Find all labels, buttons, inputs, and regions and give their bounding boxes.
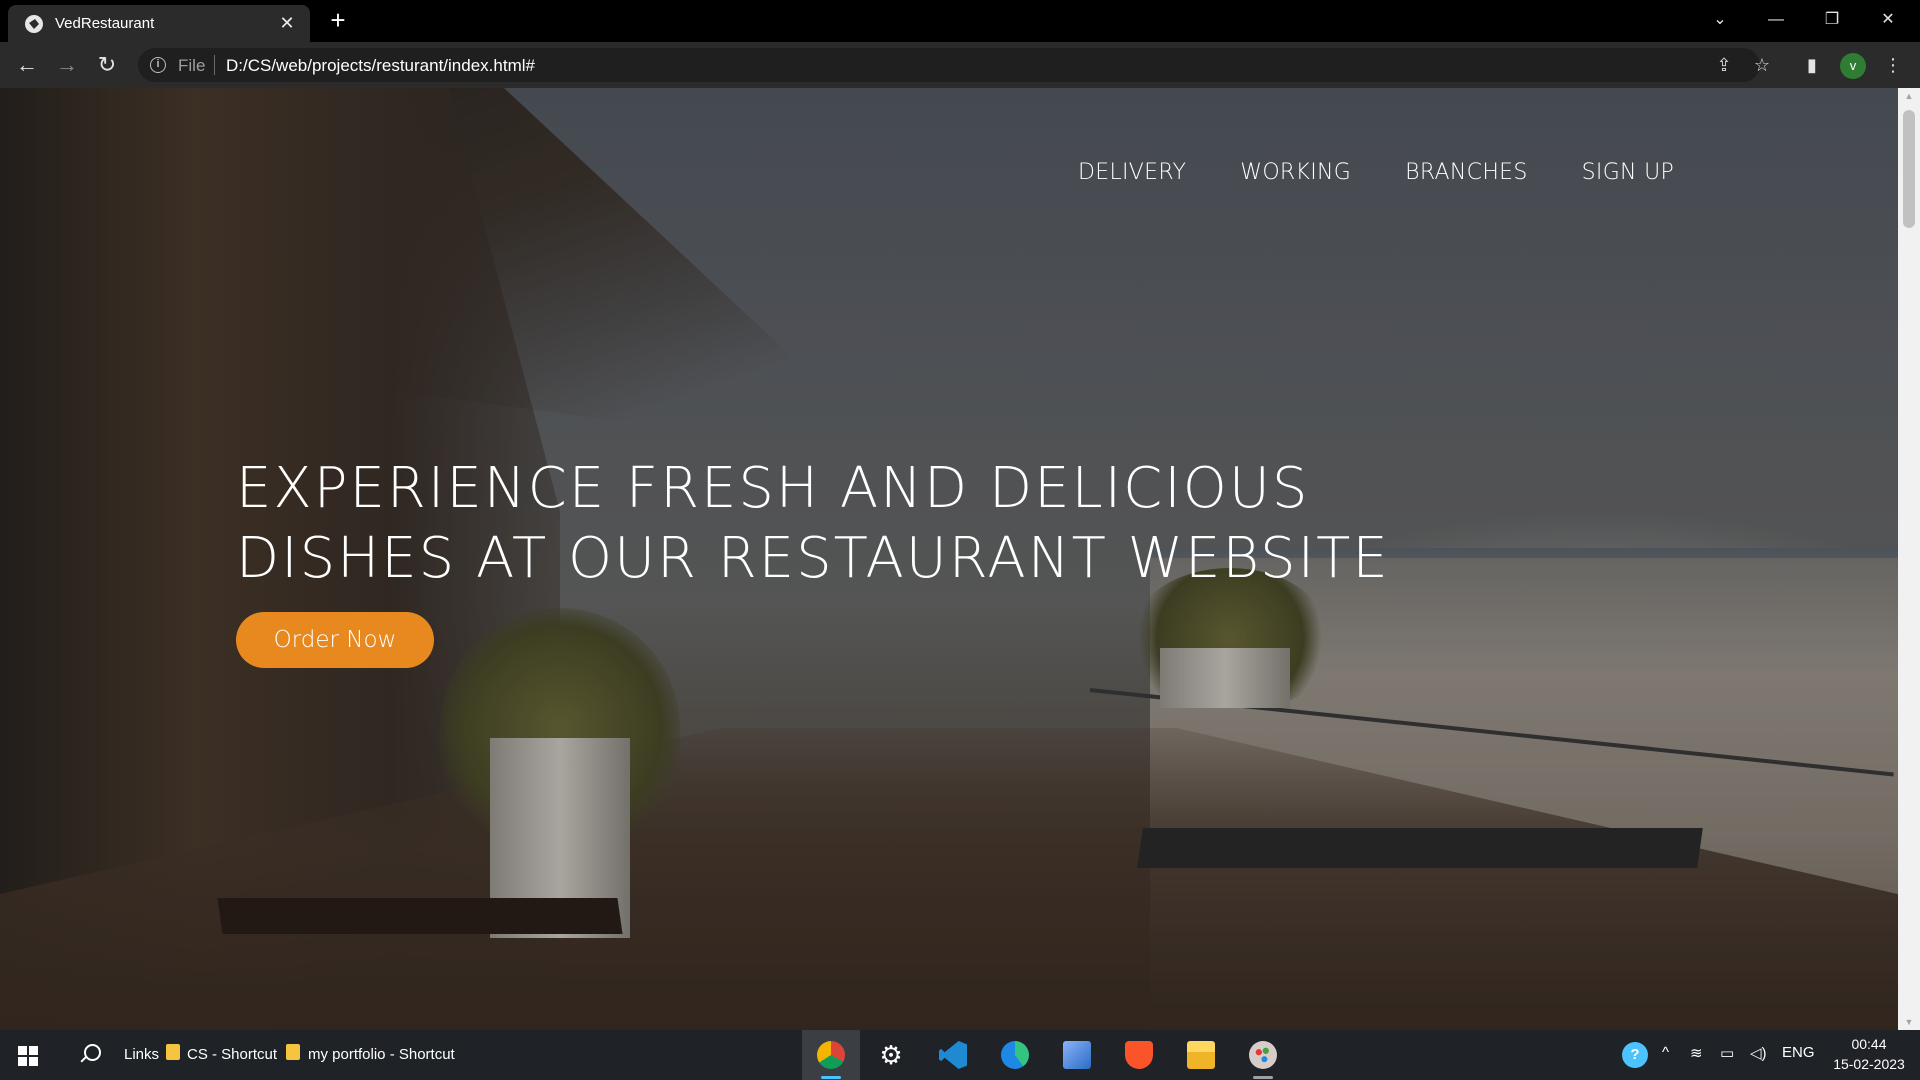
- search-icon[interactable]: [78, 1044, 101, 1066]
- nav-link-delivery[interactable]: DELIVERY: [1078, 160, 1186, 185]
- running-app-indicator: [1253, 1076, 1273, 1079]
- new-tab-button[interactable]: +: [324, 7, 352, 35]
- chrome-icon: [817, 1041, 845, 1069]
- browser-toolbar: ← → ↻ i File D:/CS/web/projects/resturan…: [0, 42, 1920, 88]
- profile-avatar[interactable]: v: [1840, 53, 1866, 79]
- side-panel-icon[interactable]: ▮: [1797, 50, 1827, 80]
- vscode-icon: [939, 1041, 967, 1069]
- wifi-icon[interactable]: ≋: [1690, 1044, 1703, 1062]
- address-scheme-label: File: [178, 56, 206, 75]
- page-scrollbar[interactable]: ▲ ▼: [1898, 88, 1920, 1030]
- clock-date: 15-02-2023: [1833, 1056, 1905, 1072]
- back-arrow-icon[interactable]: ←: [12, 50, 42, 80]
- links-toolbar-label[interactable]: Links: [124, 1046, 159, 1063]
- nav-link-branches[interactable]: BRANCHES: [1405, 160, 1527, 185]
- taskbar-app-brave[interactable]: [1110, 1030, 1168, 1080]
- address-divider: [214, 55, 215, 75]
- language-indicator[interactable]: ENG: [1782, 1044, 1815, 1061]
- edge-icon: [1001, 1041, 1029, 1069]
- paint-palette-icon: [1249, 1041, 1277, 1069]
- windows-start-icon[interactable]: [18, 1046, 38, 1066]
- volume-icon[interactable]: ◁): [1750, 1044, 1767, 1062]
- hero-heading-line-2: DISHES AT OUR RESTAURANT WEBSITE: [236, 526, 1390, 591]
- tab-search-chevron-icon[interactable]: ⌄: [1692, 0, 1748, 40]
- folder-shortcut-icon: [286, 1044, 300, 1060]
- windows-taskbar: Links CS - Shortcut my portfolio - Short…: [0, 1030, 1920, 1080]
- reload-icon[interactable]: ↻: [92, 50, 122, 80]
- address-bar[interactable]: i File D:/CS/web/projects/resturant/inde…: [138, 48, 1770, 82]
- page-viewport: DELIVERY WORKING BRANCHES SIGN UP EXPERI…: [0, 88, 1898, 1030]
- browser-titlebar: VedRestaurant ✕ + ⌄ — ❐ ✕: [0, 0, 1920, 42]
- address-url[interactable]: D:/CS/web/projects/resturant/index.html#: [226, 56, 535, 76]
- order-now-button[interactable]: Order Now: [236, 612, 434, 668]
- site-nav: DELIVERY WORKING BRANCHES SIGN UP: [1078, 160, 1728, 185]
- shortcut-cs[interactable]: CS - Shortcut: [187, 1046, 277, 1063]
- scroll-thumb[interactable]: [1903, 110, 1915, 228]
- show-hidden-icons-chevron-icon[interactable]: ^: [1662, 1044, 1669, 1061]
- clock-time: 00:44: [1851, 1036, 1887, 1052]
- help-icon[interactable]: ?: [1622, 1042, 1648, 1068]
- taskbar-app-file-explorer[interactable]: [1172, 1030, 1230, 1080]
- close-window-button[interactable]: ✕: [1860, 0, 1916, 40]
- forward-arrow-icon[interactable]: →: [52, 50, 82, 80]
- nav-link-sign-up[interactable]: SIGN UP: [1582, 160, 1674, 185]
- restore-button[interactable]: ❐: [1804, 0, 1860, 40]
- gear-icon: ⚙: [879, 1040, 903, 1070]
- bookmark-star-icon[interactable]: ☆: [1750, 53, 1774, 77]
- more-menu-icon[interactable]: ⋮: [1878, 50, 1908, 80]
- globe-icon: [25, 15, 43, 33]
- taskbar-app-edge[interactable]: [986, 1030, 1044, 1080]
- battery-icon[interactable]: ▭: [1720, 1044, 1734, 1062]
- scroll-down-arrow-icon[interactable]: ▼: [1898, 1014, 1920, 1030]
- taskbar-app-vscode[interactable]: [924, 1030, 982, 1080]
- minimize-button[interactable]: —: [1748, 0, 1804, 40]
- taskbar-clock[interactable]: 00:44 15-02-2023: [1826, 1034, 1912, 1074]
- active-app-indicator: [821, 1076, 841, 1079]
- info-icon[interactable]: i: [150, 57, 166, 73]
- hero-section: EXPERIENCE FRESH AND DELICIOUS DISHES AT…: [236, 454, 1390, 668]
- folder-shortcut-icon: [166, 1044, 180, 1060]
- taskbar-app-settings[interactable]: ⚙: [862, 1030, 920, 1080]
- hero-heading-line-1: EXPERIENCE FRESH AND DELICIOUS: [236, 456, 1310, 521]
- folder-icon: [1187, 1041, 1215, 1069]
- remote-desktop-icon: [1063, 1041, 1091, 1069]
- tab-close-icon[interactable]: ✕: [276, 12, 298, 34]
- browser-tab[interactable]: VedRestaurant ✕: [8, 5, 310, 42]
- scroll-up-arrow-icon[interactable]: ▲: [1898, 88, 1920, 104]
- taskbar-app-chrome[interactable]: [802, 1030, 860, 1080]
- hero-heading: EXPERIENCE FRESH AND DELICIOUS DISHES AT…: [236, 454, 1390, 594]
- brave-lion-icon: [1125, 1041, 1153, 1069]
- taskbar-app-remote-desktop[interactable]: [1048, 1030, 1106, 1080]
- tab-title: VedRestaurant: [55, 15, 155, 32]
- taskbar-app-paint[interactable]: [1234, 1030, 1292, 1080]
- nav-link-working[interactable]: WORKING: [1240, 160, 1351, 185]
- share-icon[interactable]: ⇪: [1712, 53, 1736, 77]
- shortcut-my-portfolio[interactable]: my portfolio - Shortcut: [308, 1046, 455, 1063]
